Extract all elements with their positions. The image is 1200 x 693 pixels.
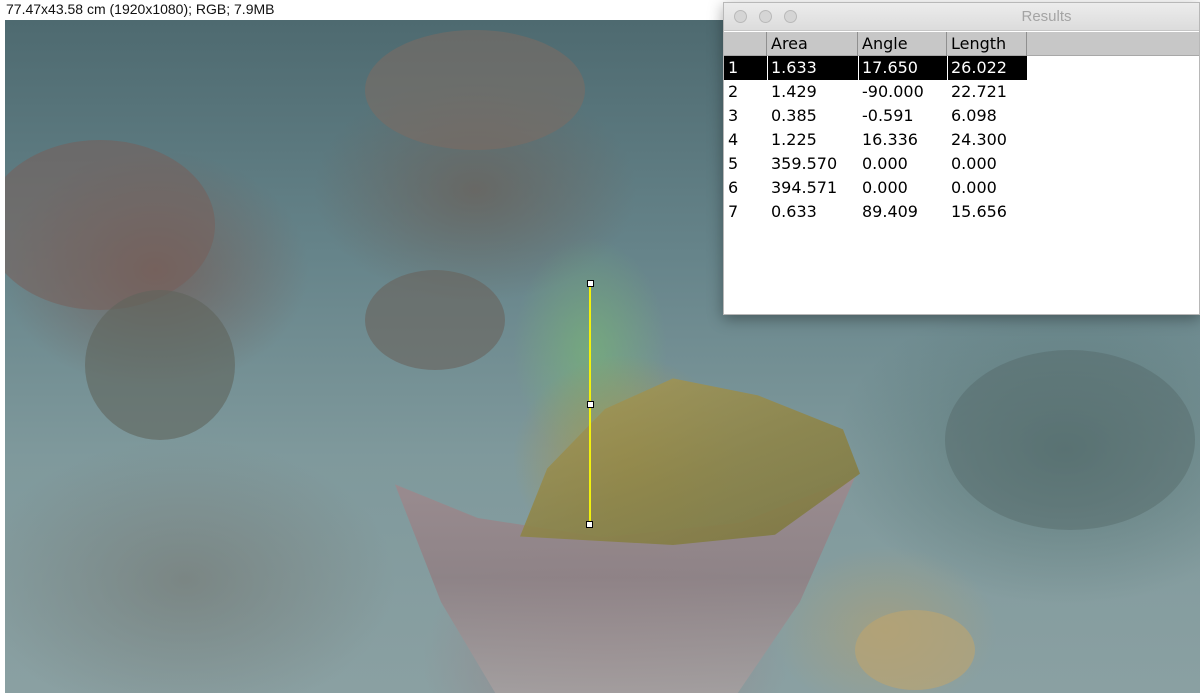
- measurement-line-start-handle[interactable]: [587, 280, 594, 287]
- table-row[interactable]: 1 1.633 17.650 26.022: [724, 56, 1199, 80]
- area-cell: 359.570: [771, 154, 838, 173]
- column-header-length[interactable]: Length: [947, 32, 1027, 56]
- coral-mass: [5, 140, 215, 310]
- row-index-cell: 6: [728, 178, 739, 197]
- row-index-cell: 3: [728, 106, 739, 125]
- area-cell: 1.225: [771, 130, 817, 149]
- row-index-cell: 2: [728, 82, 739, 101]
- coral-mass: [365, 30, 585, 150]
- area-cell: 1.429: [771, 82, 817, 101]
- angle-cell: -90.000: [862, 82, 924, 101]
- length-cell: 22.721: [951, 82, 1007, 101]
- area-cell: 0.385: [771, 106, 817, 125]
- results-table[interactable]: Area Angle Length 1 1.633 17.650 26.022 …: [724, 32, 1199, 224]
- column-header-index[interactable]: [724, 32, 767, 56]
- angle-cell: 89.409: [862, 202, 918, 221]
- angle-cell: 0.000: [862, 178, 908, 197]
- column-header-angle[interactable]: Angle: [858, 32, 947, 56]
- table-row[interactable]: 7 0.633 89.409 15.656: [724, 200, 1199, 224]
- length-cell: 26.022: [947, 56, 1027, 80]
- area-cell: 0.633: [771, 202, 817, 221]
- length-cell: 24.300: [951, 130, 1007, 149]
- table-row[interactable]: 6 394.571 0.000 0.000: [724, 176, 1199, 200]
- angle-cell: 17.650: [858, 56, 947, 80]
- coral-mass: [365, 270, 505, 370]
- coral-mass: [855, 610, 975, 690]
- results-header-row: Area Angle Length: [724, 32, 1199, 56]
- table-row[interactable]: 4 1.225 16.336 24.300: [724, 128, 1199, 152]
- results-titlebar[interactable]: Results: [724, 3, 1199, 31]
- angle-cell: 0.000: [862, 154, 908, 173]
- area-cell: 394.571: [771, 178, 838, 197]
- table-row[interactable]: 3 0.385 -0.591 6.098: [724, 104, 1199, 128]
- coral-mass: [85, 290, 235, 440]
- coral-mass: [945, 350, 1195, 530]
- table-row[interactable]: 5 359.570 0.000 0.000: [724, 152, 1199, 176]
- results-window-title: Results: [1021, 8, 1072, 25]
- measurement-line-end-handle[interactable]: [586, 521, 593, 528]
- row-index-cell: 7: [728, 202, 739, 221]
- length-cell: 0.000: [951, 178, 997, 197]
- row-index-cell: 5: [728, 154, 739, 173]
- column-header-area[interactable]: Area: [767, 32, 858, 56]
- row-index-cell: 4: [728, 130, 739, 149]
- length-cell: 6.098: [951, 106, 997, 125]
- length-cell: 15.656: [951, 202, 1007, 221]
- length-cell: 0.000: [951, 154, 997, 173]
- area-cell: 1.633: [767, 56, 858, 80]
- row-index-cell: 1: [724, 56, 767, 80]
- table-row[interactable]: 2 1.429 -90.000 22.721: [724, 80, 1199, 104]
- image-info-text: 77.47x43.58 cm (1920x1080); RGB; 7.9MB: [6, 1, 275, 17]
- angle-cell: 16.336: [862, 130, 918, 149]
- measurement-line-mid-handle[interactable]: [587, 401, 594, 408]
- results-window[interactable]: Results Area Angle Length 1 1.633 17.650…: [723, 2, 1200, 315]
- angle-cell: -0.591: [862, 106, 914, 125]
